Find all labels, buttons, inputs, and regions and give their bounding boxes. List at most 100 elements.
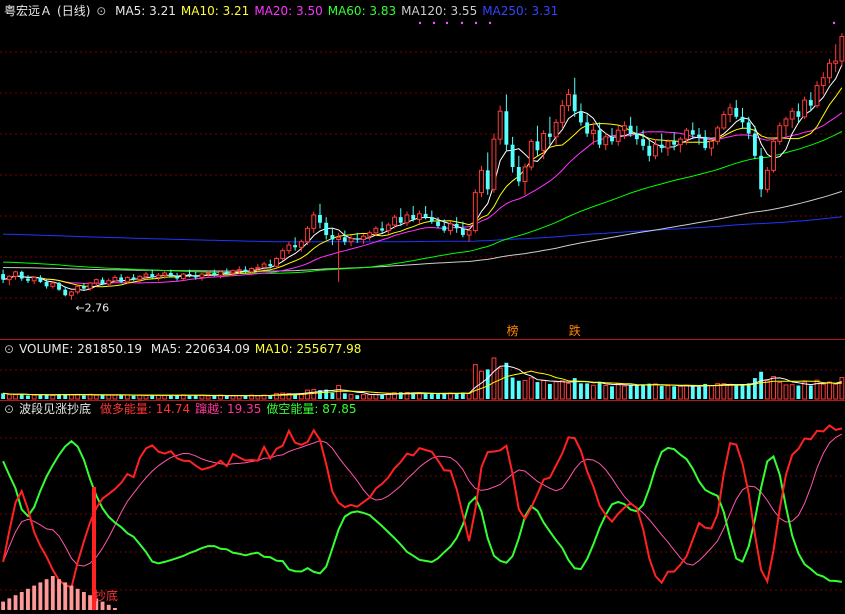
volume-bar-up — [603, 385, 609, 400]
candle-body-down — [168, 272, 173, 277]
candle-body-down — [224, 271, 229, 273]
candle-body-up — [684, 129, 689, 140]
candle-body-down — [504, 111, 509, 145]
volume-bar-down — [243, 395, 248, 399]
candles — [1, 33, 845, 300]
volume-bar-down — [740, 385, 745, 399]
volume-bar-down — [585, 383, 590, 399]
ma-legend: MA5: 3.21 MA10: 3.21 MA20: 3.50 MA60: 3.83 M… — [115, 4, 563, 18]
candle-body-up — [472, 192, 478, 232]
top-marker-dot — [460, 21, 464, 25]
indicator-title[interactable]: 波段见涨抄底 — [19, 402, 91, 416]
collapse-price-icon[interactable]: ⊙ — [96, 4, 106, 18]
candle-body-down — [243, 269, 248, 272]
signal-marker: 跌 — [569, 323, 581, 338]
volume-bar-up — [764, 380, 770, 400]
volume-bar-up — [622, 385, 627, 400]
top-marker-dot — [432, 21, 436, 25]
volume-bar-down — [672, 386, 677, 399]
ma120-label: MA120: 3.55 — [401, 4, 478, 18]
candle-body-down — [193, 275, 198, 278]
candle-body-up — [50, 282, 56, 287]
bottom-bar — [44, 579, 49, 610]
volume-bar-up — [31, 394, 37, 400]
bottom-bar — [13, 595, 18, 610]
collapse-volume-icon[interactable]: ⊙ — [4, 342, 14, 356]
candle-body-up — [522, 166, 528, 182]
volume-bar-up — [143, 394, 149, 400]
volume-bar-down — [187, 395, 192, 399]
volume-bar-down — [81, 395, 86, 399]
candle-body-up — [715, 127, 721, 142]
candle-body-down — [647, 145, 652, 156]
candle-body-up — [75, 285, 81, 293]
candle-body-down — [535, 141, 540, 151]
candle-body-down — [131, 277, 136, 280]
candle-body-up — [727, 107, 733, 116]
candle-body-up — [392, 216, 397, 226]
candle-body-down — [579, 111, 583, 123]
candle-body-up — [373, 227, 379, 234]
volume-bar-up — [833, 383, 839, 400]
candle-body-up — [124, 276, 130, 283]
volume-bar-up — [137, 394, 143, 400]
candle-body-up — [559, 105, 565, 123]
volume-bar-down — [193, 395, 198, 399]
candle-body-up — [13, 271, 18, 277]
volume-bar-up — [50, 394, 56, 400]
volume-bar-up — [553, 381, 559, 400]
volume-bar-up — [541, 379, 547, 400]
volume-bar-down — [697, 386, 701, 399]
volume-bar-up — [255, 395, 261, 400]
volume-bar-down — [752, 378, 757, 399]
kline-chart[interactable]: ←2.76 榜 跌抄底 — [0, 0, 845, 614]
volume-bar-up — [472, 364, 478, 400]
bottom-bar — [38, 582, 43, 610]
candle-body-up — [311, 214, 317, 229]
volume-bar-down — [429, 393, 434, 399]
candle-body-up — [156, 274, 161, 278]
candle-body-up — [771, 140, 776, 171]
volume-bar-down — [330, 392, 335, 399]
bottom-bar — [57, 579, 61, 610]
bottom-bar — [88, 595, 93, 610]
candle-body-up — [106, 280, 112, 285]
signal-marker: 榜 — [507, 323, 519, 338]
candle-body-down — [268, 264, 273, 267]
top-marker-dot — [832, 21, 836, 25]
stock-name[interactable]: 粤宏远Ａ — [4, 4, 52, 18]
volume-bar-up — [777, 381, 783, 400]
volume-bar-down — [510, 377, 515, 399]
bottom-bar — [26, 588, 30, 610]
ma250-label: MA250: 3.31 — [482, 4, 559, 18]
bottom-signal-label: 抄底 — [94, 588, 118, 603]
volume-bar-up — [348, 393, 354, 400]
candle-body-up — [833, 60, 839, 64]
candle-body-down — [597, 130, 602, 145]
ma250-line — [3, 216, 842, 243]
volume-bar-up — [162, 394, 168, 400]
period-label[interactable]: (日线) — [57, 4, 90, 18]
volume-bar-down — [504, 362, 509, 399]
candle-body-up — [777, 125, 783, 142]
candle-body-down — [759, 155, 764, 190]
bottom-bar — [113, 608, 117, 610]
volume-bar-down — [579, 383, 583, 399]
candle-body-down — [57, 283, 61, 290]
candle-body-up — [491, 138, 497, 190]
volume-bar-down — [759, 371, 764, 399]
volume-bar-down — [808, 385, 813, 399]
volume-bar-up — [69, 394, 74, 400]
candle-body-up — [528, 140, 534, 168]
candle-body-up — [665, 140, 671, 149]
candle-body-down — [746, 122, 751, 134]
candle-body-up — [367, 232, 373, 237]
bear-label: 做空能量: 87.85 — [266, 402, 357, 416]
volume-panel-header: ⊙ VOLUME: 281850.19 MA5: 220634.09 MA10: 2… — [4, 340, 371, 358]
candle-body-down — [342, 237, 347, 242]
candle-body-up — [615, 129, 621, 142]
candle-body-down — [330, 235, 335, 240]
collapse-indicator-icon[interactable]: ⊙ — [4, 402, 14, 416]
candle-body-up — [298, 241, 304, 248]
volume-bar-up — [106, 394, 112, 400]
